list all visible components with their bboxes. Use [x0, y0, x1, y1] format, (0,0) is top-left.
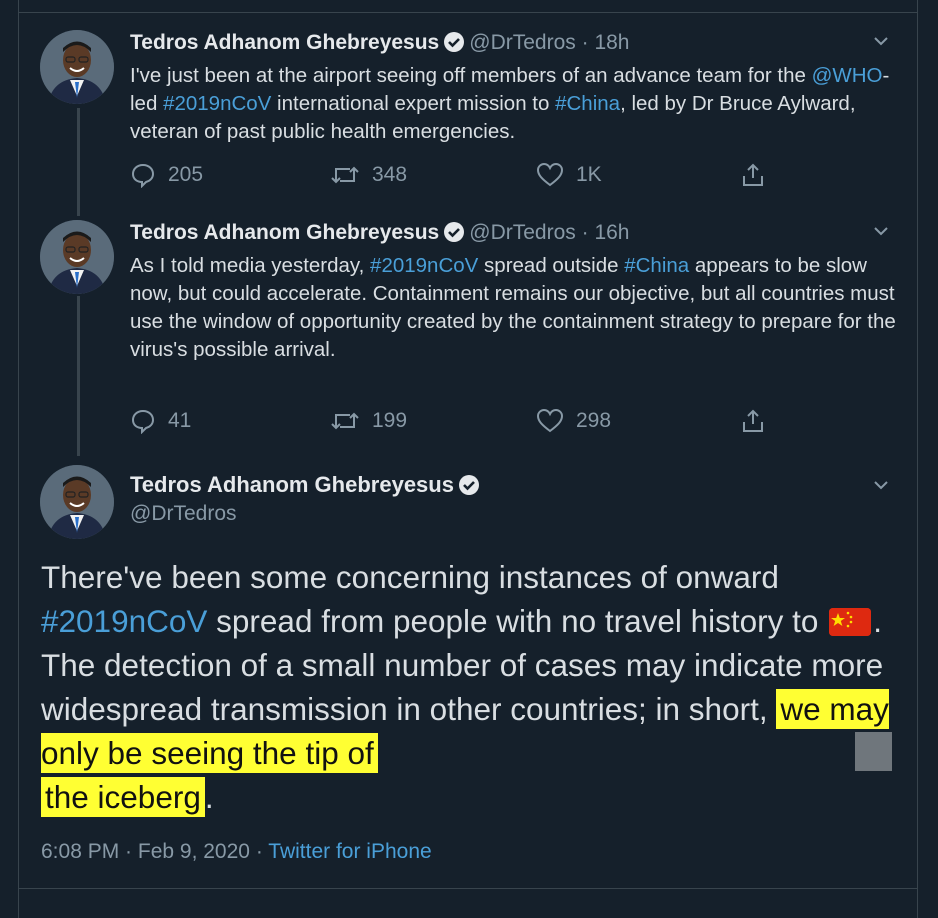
chevron-down-icon[interactable]: [872, 32, 890, 50]
tweet-source-link[interactable]: Twitter for iPhone: [268, 840, 431, 863]
verified-badge-icon: [458, 474, 480, 502]
verified-badge-icon: [443, 31, 465, 59]
tweet-actions: 41 199 298: [130, 407, 770, 435]
avatar[interactable]: [40, 465, 114, 539]
share-button[interactable]: [740, 161, 766, 189]
reply-count: 205: [168, 163, 204, 186]
like-button[interactable]: 298: [536, 407, 611, 435]
separator: ·: [581, 221, 589, 244]
text-segment: .: [204, 779, 214, 815]
retweet-icon: [331, 166, 359, 184]
reply-icon: [131, 163, 155, 188]
author-handle[interactable]: @DrTedros: [469, 31, 576, 54]
hashtag-link[interactable]: #2019nCoV: [163, 92, 271, 115]
chevron-down-icon[interactable]: [872, 476, 890, 494]
like-button[interactable]: 1K: [536, 161, 602, 189]
hashtag-link[interactable]: #2019nCoV: [370, 254, 478, 277]
text-segment: international expert mission to: [271, 92, 556, 115]
text-segment: There've been some concerning instances …: [41, 559, 779, 595]
tweet-header: Tedros Adhanom Ghebreyesus @DrTedros · 16…: [130, 221, 630, 249]
thread-line: [77, 296, 80, 456]
tweet-time[interactable]: 16h: [594, 221, 629, 244]
main-author-row: Tedros Adhanom Ghebreyesus: [130, 472, 484, 502]
reply-button[interactable]: 41: [130, 407, 191, 435]
tweet-date-time[interactable]: 6:08 PM · Feb 9, 2020: [41, 840, 250, 863]
avatar[interactable]: [40, 220, 114, 294]
reply-icon: [131, 409, 155, 434]
share-button[interactable]: [740, 407, 766, 435]
share-icon: [743, 409, 763, 432]
mention-link[interactable]: @WHO: [812, 64, 883, 87]
author-name[interactable]: Tedros Adhanom Ghebreyesus: [130, 221, 439, 244]
retweet-icon: [331, 412, 359, 430]
highlighted-text: the iceberg: [41, 777, 205, 817]
hashtag-link[interactable]: #China: [624, 254, 689, 277]
hashtag-link[interactable]: #China: [555, 92, 620, 115]
separator: ·: [581, 31, 589, 54]
separator: ·: [255, 840, 263, 863]
retweet-count: 199: [372, 409, 408, 432]
avatar[interactable]: [40, 30, 114, 104]
reply-count: 41: [168, 409, 192, 432]
retweet-button[interactable]: 199: [330, 407, 407, 435]
like-icon: [536, 408, 564, 433]
author-handle[interactable]: @DrTedros: [469, 221, 576, 244]
text-segment: spread from people with no travel histor…: [207, 603, 828, 639]
author-name[interactable]: Tedros Adhanom Ghebreyesus: [130, 31, 439, 54]
reply-button[interactable]: 205: [130, 161, 203, 189]
text-segment: I've just been at the airport seeing off…: [130, 64, 812, 87]
like-count: 1K: [576, 163, 602, 186]
frame-left-border: [18, 0, 19, 918]
redaction-box: [855, 732, 892, 771]
text-segment: As I told media yesterday,: [130, 254, 371, 277]
hashtag-link[interactable]: #2019nCoV: [41, 603, 207, 639]
author-handle[interactable]: @DrTedros: [130, 502, 237, 526]
retweet-count: 348: [372, 163, 408, 186]
thread-line: [77, 108, 80, 216]
like-icon: [536, 162, 564, 187]
tweet-header: Tedros Adhanom Ghebreyesus @DrTedros · 18…: [130, 31, 630, 59]
author-name[interactable]: Tedros Adhanom Ghebreyesus: [130, 472, 454, 497]
main-tweet-text: There've been some concerning instances …: [41, 555, 901, 819]
frame-right-border: [917, 0, 918, 918]
tweet-time[interactable]: 18h: [594, 31, 629, 54]
text-segment: spread outside: [478, 254, 625, 277]
frame-bottom-border: [18, 888, 918, 889]
tweet-meta: 6:08 PM · Feb 9, 2020 · Twitter for iPho…: [41, 840, 432, 864]
like-count: 298: [576, 409, 612, 432]
retweet-button[interactable]: 348: [330, 161, 407, 189]
chevron-down-icon[interactable]: [872, 222, 890, 240]
china-flag-icon: [829, 608, 872, 636]
tweet-text: As I told media yesterday, #2019nCoV spr…: [130, 252, 900, 364]
share-icon: [743, 163, 763, 186]
verified-badge-icon: [443, 221, 465, 249]
tweet-actions: 205 348 1K: [130, 161, 770, 189]
tweet-text: I've just been at the airport seeing off…: [130, 62, 900, 146]
frame-top-border: [18, 12, 918, 13]
